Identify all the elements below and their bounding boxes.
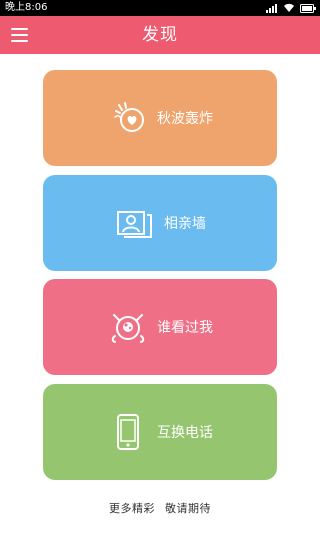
menu-button[interactable]	[10, 25, 30, 45]
card-label: 秋波轰炸	[157, 111, 213, 127]
footer-text: 更多精彩 敬请期待	[109, 502, 211, 515]
card-label: 谁看过我	[157, 320, 213, 336]
card-qiubo-hongzha[interactable]: 秋波轰炸	[43, 70, 277, 166]
card-huhuan-dianhua[interactable]: 互换电话	[43, 384, 277, 480]
status-icons	[266, 0, 316, 16]
status-bar: 晚上8:06	[0, 0, 320, 16]
app-bar: 发现	[0, 16, 320, 54]
wifi-icon	[284, 3, 294, 13]
card-xiangqin-qiang[interactable]: 相亲墙	[43, 175, 277, 271]
eye-creature-icon	[111, 314, 145, 343]
battery-icon	[300, 3, 316, 13]
signal-icon	[266, 4, 277, 13]
card-shui-kanguo-wo[interactable]: 谁看过我	[43, 279, 277, 375]
status-time: 晚上8:06	[5, 2, 48, 13]
phone-icon	[117, 414, 139, 450]
photo-wall-icon	[117, 211, 152, 238]
card-label: 相亲墙	[164, 216, 206, 232]
page-title: 发现	[142, 25, 178, 45]
heart-wave-icon	[114, 102, 144, 132]
card-label: 互换电话	[157, 425, 213, 441]
